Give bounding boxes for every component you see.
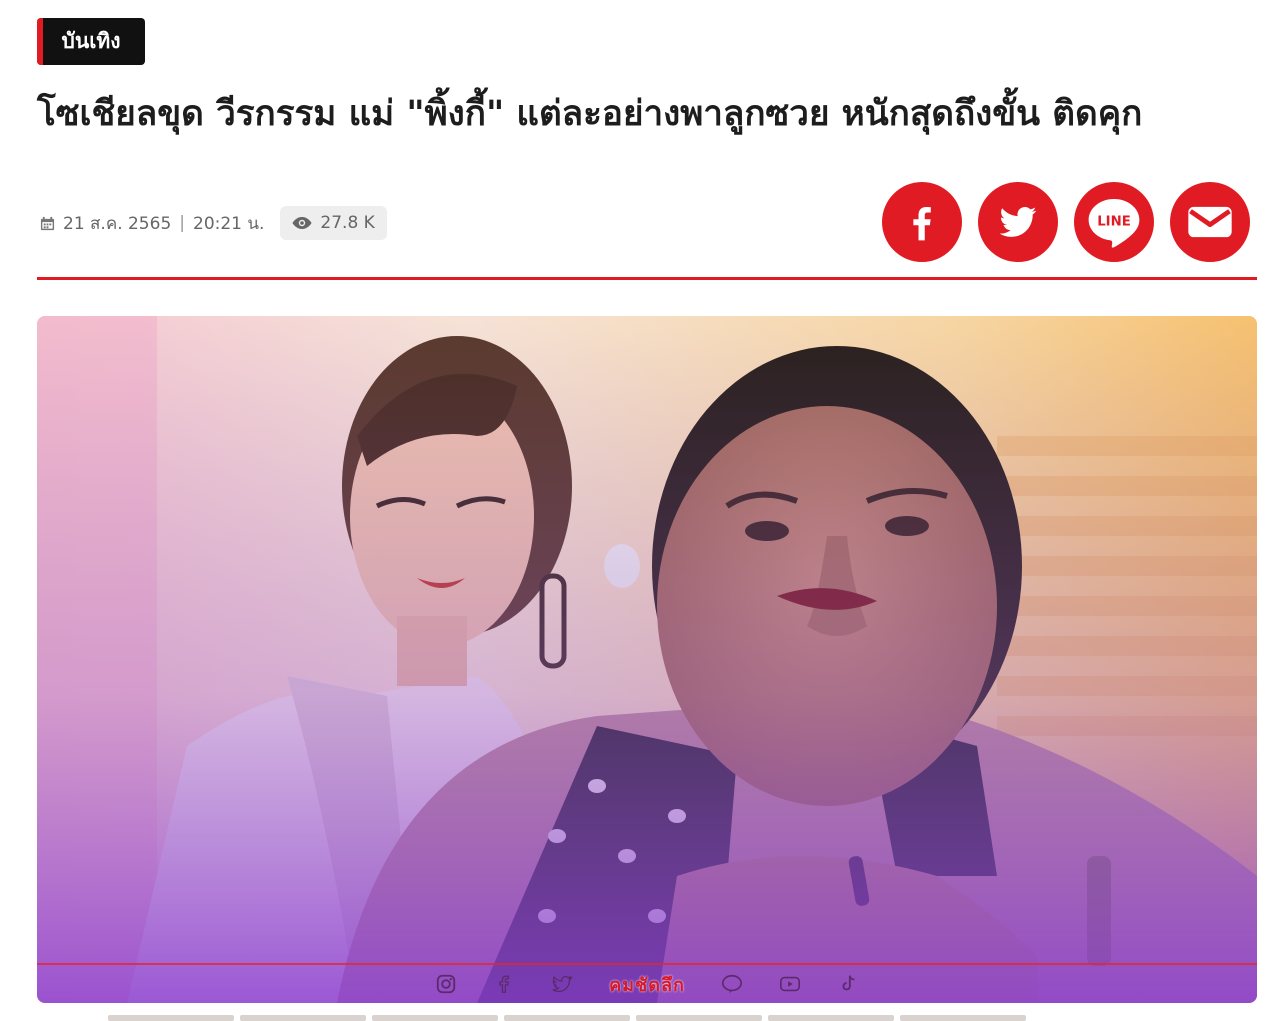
eye-icon [292, 217, 312, 229]
category-label: บันเทิง [61, 29, 121, 53]
envelope-icon [1188, 206, 1232, 238]
related-thumbnail[interactable] [768, 1015, 894, 1021]
view-count: 27.8 K [320, 213, 375, 233]
line-icon-label: LINE [1097, 215, 1131, 230]
facebook-icon [913, 206, 931, 241]
meta-separator: | [179, 213, 185, 233]
hero-image[interactable]: คมชัดลึก [37, 316, 1257, 1003]
calendar-icon [40, 216, 55, 230]
line-footer-icon[interactable] [721, 973, 743, 995]
view-count-badge: 27.8 K [280, 206, 387, 240]
related-thumbnail[interactable] [504, 1015, 630, 1021]
publish-date: 21 ส.ค. 2565 [63, 213, 172, 234]
publish-time: 20:21 น. [193, 213, 265, 234]
category-tag[interactable]: บันเทิง [37, 18, 145, 65]
article-headline: โซเชียลขุด วีรกรรม แม่ "พิ้งกี้" แต่ละอย… [37, 94, 1143, 134]
header-divider [37, 277, 1257, 280]
share-twitter-button[interactable] [978, 182, 1058, 262]
hero-social-strip: คมชัดลึก [37, 963, 1257, 1003]
hero-illustration [37, 316, 1257, 1003]
line-icon: LINE [1088, 199, 1140, 248]
related-thumbnails-strip [108, 1015, 1026, 1021]
related-thumbnail[interactable] [372, 1015, 498, 1021]
facebook-footer-icon[interactable] [493, 973, 515, 995]
share-email-button[interactable] [1170, 182, 1250, 262]
related-thumbnail[interactable] [636, 1015, 762, 1021]
share-facebook-button[interactable] [882, 182, 962, 262]
tiktok-icon[interactable] [837, 973, 859, 995]
related-thumbnail[interactable] [240, 1015, 366, 1021]
share-buttons: LINE [882, 182, 1250, 262]
twitter-footer-icon[interactable] [551, 973, 573, 995]
related-thumbnail[interactable] [108, 1015, 234, 1021]
twitter-icon [999, 206, 1037, 237]
article-meta: 21 ส.ค. 2565 | 20:21 น. 27.8 K [40, 206, 387, 240]
share-line-button[interactable]: LINE [1074, 182, 1154, 262]
related-thumbnail[interactable] [900, 1015, 1026, 1021]
instagram-icon[interactable] [435, 973, 457, 995]
brand-logo: คมชัดลึก [609, 974, 685, 996]
youtube-icon[interactable] [779, 973, 801, 995]
